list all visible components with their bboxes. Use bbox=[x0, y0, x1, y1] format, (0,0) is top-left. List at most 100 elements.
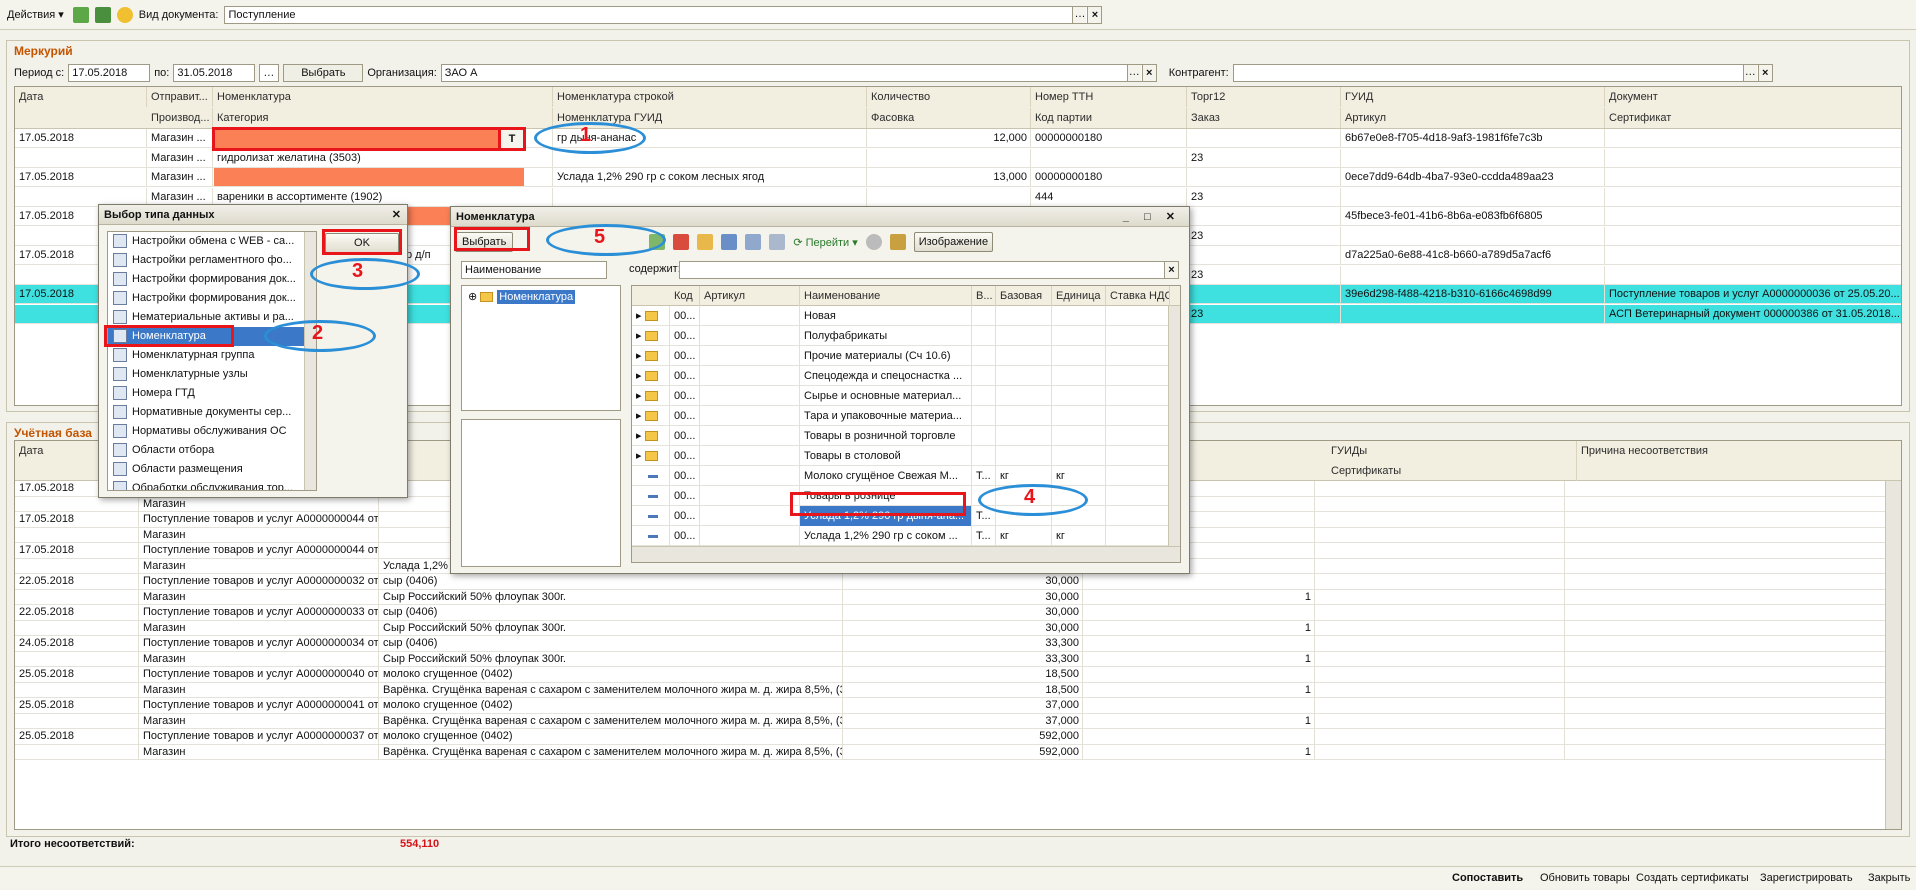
col-unit[interactable]: Единица bbox=[1052, 286, 1106, 306]
search-clear-icon[interactable]: × bbox=[1164, 262, 1178, 278]
col-v[interactable]: В... bbox=[972, 286, 996, 306]
select-button[interactable]: … bbox=[1072, 6, 1087, 23]
type-list-item[interactable]: Настройки регламентного фо... bbox=[108, 251, 304, 270]
org-clear-icon[interactable]: × bbox=[1141, 65, 1156, 81]
help-icon[interactable] bbox=[116, 6, 133, 23]
col-torg12[interactable]: Торг12 bbox=[1187, 87, 1341, 107]
close-button[interactable]: Закрыть bbox=[1868, 872, 1910, 884]
period-to-input[interactable]: 31.05.2018 bbox=[173, 64, 256, 82]
filter-list-icon[interactable] bbox=[745, 234, 762, 250]
arrow-icon[interactable] bbox=[94, 6, 111, 23]
list-item[interactable]: ▸ 00... Полуфабрикаты bbox=[632, 326, 1170, 346]
table-row[interactable]: Магазин Сыр Российский 50% флоупак 300г. 3… bbox=[15, 651, 1887, 667]
col-code[interactable]: Код bbox=[670, 286, 700, 306]
list-item[interactable]: ▸ 00... Товары в столовой bbox=[632, 446, 1170, 466]
hierarchy-icon[interactable] bbox=[697, 234, 714, 250]
col-date[interactable]: Дата bbox=[15, 87, 147, 107]
type-list-item[interactable]: Номенклатурные узлы bbox=[108, 365, 304, 384]
image-button[interactable]: Изображение bbox=[913, 232, 994, 252]
acc-col-certs[interactable]: Сертификаты bbox=[1327, 461, 1577, 481]
table-row[interactable]: 22.05.2018 Поступление товаров и услуг А0… bbox=[15, 574, 1887, 590]
delete-icon[interactable] bbox=[673, 234, 690, 250]
acc-col-reason[interactable]: Причина несоответствия bbox=[1577, 441, 1901, 461]
type-list-item[interactable]: Области отбора bbox=[108, 441, 304, 460]
col-packing[interactable]: Фасовка bbox=[867, 108, 1031, 128]
update-goods-button[interactable]: Обновить товары bbox=[1540, 872, 1630, 884]
type-list-item[interactable]: Номера ГТД bbox=[108, 384, 304, 403]
barcode-icon[interactable] bbox=[889, 234, 906, 250]
filter-off-icon[interactable] bbox=[769, 234, 786, 250]
col-qty[interactable]: Количество bbox=[867, 87, 1031, 107]
counterparty-clear-icon[interactable]: × bbox=[1757, 65, 1772, 81]
help-icon[interactable] bbox=[865, 234, 882, 250]
col-sender[interactable]: Отправит... bbox=[147, 87, 213, 107]
col-base[interactable]: Базовая bbox=[996, 286, 1052, 306]
field-select[interactable]: Наименование bbox=[461, 261, 607, 279]
list-item[interactable]: ▸ 00... Сырье и основные материал... bbox=[632, 386, 1170, 406]
org-select-button[interactable]: … bbox=[1126, 65, 1141, 81]
window-controls-icon[interactable]: _ □ ✕ bbox=[1123, 207, 1181, 227]
choose-period-button[interactable]: Выбрать bbox=[283, 64, 364, 82]
search-input[interactable]: × bbox=[679, 261, 1179, 279]
counterparty-select-button[interactable]: … bbox=[1742, 65, 1757, 81]
type-list-item[interactable]: Настройки формирования док... bbox=[108, 270, 304, 289]
table-row[interactable]: 25.05.2018 Поступление товаров и услуг А0… bbox=[15, 667, 1887, 683]
col-category[interactable]: Категория bbox=[213, 108, 553, 128]
counterparty-input[interactable]: … × bbox=[1232, 64, 1773, 82]
table-row[interactable]: Магазин Варёнка. Сгущёнка вареная с сахар… bbox=[15, 713, 1887, 729]
col-name[interactable]: Наименование bbox=[800, 286, 972, 306]
col-article[interactable]: Артикул bbox=[700, 286, 800, 306]
table-row[interactable]: Магазин Варёнка. Сгущёнка вареная с сахар… bbox=[15, 744, 1887, 760]
list-item[interactable]: ▸ 00... Тара и упаковочные материа... bbox=[632, 406, 1170, 426]
col-article[interactable]: Артикул bbox=[1341, 108, 1605, 128]
actions-menu[interactable]: Действия ▾ bbox=[4, 5, 67, 25]
table-row[interactable]: Магазин ... гидролизат желатина (3503) 23 bbox=[15, 148, 1901, 168]
col-guid[interactable]: ГУИД bbox=[1341, 87, 1605, 107]
table-row[interactable]: Магазин Варёнка. Сгущёнка вареная с сахар… bbox=[15, 682, 1887, 698]
clear-icon[interactable]: × bbox=[1087, 6, 1102, 23]
col-document[interactable]: Документ bbox=[1605, 87, 1901, 107]
type-list-item[interactable]: Номенклатурная группа bbox=[108, 346, 304, 365]
nomen-scrollbar[interactable] bbox=[1168, 306, 1180, 546]
col-nomen-string[interactable]: Номенклатура строкой bbox=[553, 87, 867, 107]
table-row[interactable]: Магазин Сыр Российский 50% флоупак 300г. 3… bbox=[15, 589, 1887, 605]
org-input[interactable]: ЗАО А … × bbox=[440, 64, 1157, 82]
type-list-item[interactable]: Нормативы обслуживания ОС bbox=[108, 422, 304, 441]
list-item[interactable]: ▸ 00... Спецодежда и спецоснастка ... bbox=[632, 366, 1170, 386]
list-item[interactable]: ▸ 00... Новая bbox=[632, 306, 1170, 326]
period-select-button[interactable]: … bbox=[259, 64, 280, 82]
table-row[interactable]: Магазин Сыр Российский 50% флоупак 300г. 3… bbox=[15, 620, 1887, 636]
type-list-item[interactable]: Настройки обмена с WEB - са... bbox=[108, 232, 304, 251]
table-row[interactable]: 24.05.2018 Поступление товаров и услуг А0… bbox=[15, 636, 1887, 652]
tree-root[interactable]: ⊕ Номенклатура bbox=[462, 286, 620, 307]
type-list-item[interactable]: Обработки обслуживания тор... bbox=[108, 479, 304, 490]
list-item[interactable]: 00... Молоко сгущёное Свежая М... Т... кг кг bbox=[632, 466, 1170, 486]
table-row[interactable]: 25.05.2018 Поступление товаров и услуг А0… bbox=[15, 729, 1887, 745]
col-batch[interactable]: Код партии bbox=[1031, 108, 1187, 128]
register-button[interactable]: Зарегистрировать bbox=[1760, 872, 1853, 884]
col-vat[interactable]: Ставка НДС bbox=[1106, 286, 1170, 306]
type-button[interactable]: T bbox=[498, 127, 526, 151]
filter-icon[interactable] bbox=[721, 234, 738, 250]
create-certs-button[interactable]: Создать сертификаты bbox=[1636, 872, 1749, 884]
type-dialog-close-icon[interactable]: ✕ bbox=[392, 205, 401, 225]
table-row[interactable]: 25.05.2018 Поступление товаров и услуг А0… bbox=[15, 698, 1887, 714]
acc-scrollbar[interactable] bbox=[1885, 481, 1901, 829]
col-producer[interactable]: Производ... bbox=[147, 108, 213, 128]
doc-type-input[interactable]: Поступление … × bbox=[224, 5, 1103, 24]
list-item[interactable]: ▸ 00... Прочие материалы (Сч 10.6) bbox=[632, 346, 1170, 366]
type-list-item[interactable]: Области размещения bbox=[108, 460, 304, 479]
list-item[interactable]: 00... Услада 1,2% 290 гр с соком ... Т... к… bbox=[632, 526, 1170, 546]
period-from-input[interactable]: 17.05.2018 bbox=[68, 64, 151, 82]
refresh-icon[interactable] bbox=[72, 6, 89, 23]
col-certificate[interactable]: Сертификат bbox=[1605, 108, 1901, 128]
col-nomenclature[interactable]: Номенклатура bbox=[213, 87, 553, 107]
col-order[interactable]: Заказ bbox=[1187, 108, 1341, 128]
table-row[interactable]: 22.05.2018 Поступление товаров и услуг А0… bbox=[15, 605, 1887, 621]
acc-col-guids[interactable]: ГУИДы bbox=[1327, 441, 1577, 461]
compare-button[interactable]: Сопоставить bbox=[1452, 872, 1523, 884]
go-menu[interactable]: ⟳ Перейти ▾ bbox=[793, 236, 857, 249]
nomen-hscrollbar[interactable] bbox=[632, 546, 1180, 562]
list-item[interactable]: ▸ 00... Товары в розничной торговле bbox=[632, 426, 1170, 446]
col-ttn[interactable]: Номер ТТН bbox=[1031, 87, 1187, 107]
